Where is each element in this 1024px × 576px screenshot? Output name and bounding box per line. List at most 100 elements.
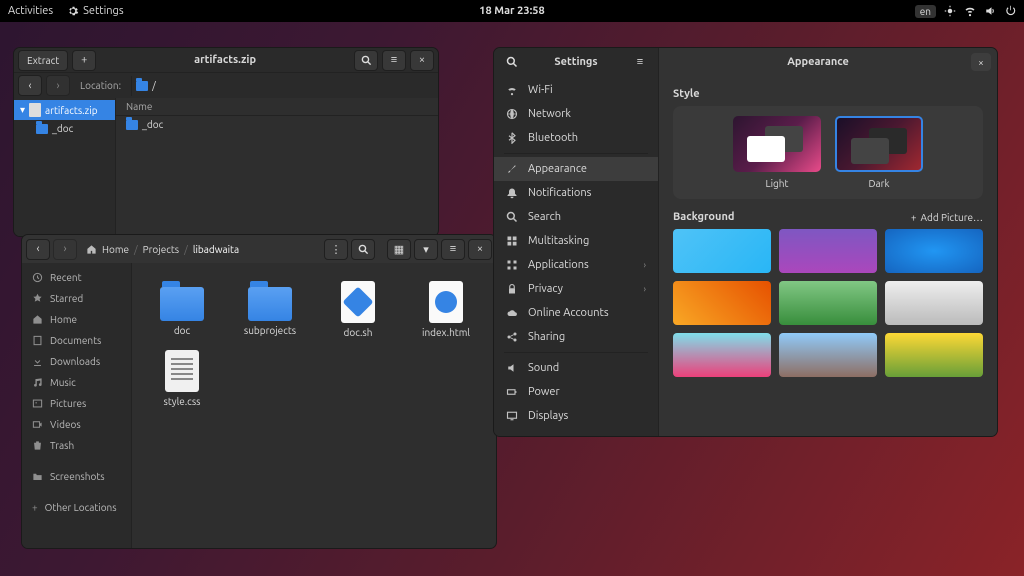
wallpaper-option[interactable]	[779, 229, 877, 273]
breadcrumb[interactable]: Home/ Projects/ libadwaita	[80, 244, 321, 255]
sidebar-item-downloads[interactable]: Downloads	[22, 351, 131, 372]
volume-icon	[984, 5, 996, 17]
plus-icon: +	[81, 54, 87, 66]
documents-icon	[32, 335, 43, 346]
wallpaper-option[interactable]	[885, 333, 983, 377]
breadcrumb-projects[interactable]: Projects	[143, 244, 179, 255]
search-icon	[506, 211, 518, 223]
nav-item-sound[interactable]: Sound	[494, 356, 658, 380]
files-close-button[interactable]: ×	[468, 239, 492, 260]
chevron-down-icon: ▾	[423, 243, 429, 256]
keyboard-layout-indicator[interactable]: en	[915, 5, 936, 18]
files-back-button[interactable]: ‹	[26, 239, 50, 260]
settings-nav-list: Wi-Fi Network Bluetooth Appearance Notif…	[494, 76, 658, 436]
close-icon: ×	[419, 54, 425, 66]
add-files-button[interactable]: +	[72, 50, 96, 71]
sidebar-item-screenshots[interactable]: Screenshots	[22, 466, 131, 487]
plus-icon: +	[32, 502, 38, 513]
nav-item-applications[interactable]: Applications›	[494, 253, 658, 277]
nav-item-network[interactable]: Network	[494, 102, 658, 126]
home-icon	[32, 314, 43, 325]
search-icon	[506, 56, 518, 68]
icon-view-button[interactable]: ▦	[387, 239, 411, 260]
topbar-system-tray[interactable]: en	[915, 5, 1016, 18]
files-search-button[interactable]	[351, 239, 375, 260]
files-menu-button[interactable]: ≡	[441, 239, 465, 260]
archive-close-button[interactable]: ×	[410, 50, 434, 71]
wallpaper-option[interactable]	[779, 281, 877, 325]
extract-button[interactable]: Extract	[18, 50, 68, 71]
files-path-menu-button[interactable]: ⋮	[324, 239, 348, 260]
archive-menu-button[interactable]: ≡	[382, 50, 406, 71]
sidebar-item-starred[interactable]: Starred	[22, 288, 131, 309]
wallpaper-option[interactable]	[673, 281, 771, 325]
wallpaper-option[interactable]	[673, 333, 771, 377]
wallpaper-option[interactable]	[885, 281, 983, 325]
wifi-icon	[506, 84, 518, 96]
add-picture-button[interactable]: +Add Picture…	[911, 212, 983, 223]
archive-tree-child[interactable]: _doc	[14, 120, 115, 137]
chevron-right-icon: ›	[56, 80, 59, 92]
settings-window: Settings ≡ Wi-Fi Network Bluetooth Appea…	[493, 47, 998, 437]
sidebar-item-videos[interactable]: Videos	[22, 414, 131, 435]
archive-list-item[interactable]: _doc	[116, 116, 438, 133]
nav-item-power[interactable]: Power	[494, 380, 658, 404]
nav-item-appearance[interactable]: Appearance	[494, 157, 658, 181]
sidebar-item-trash[interactable]: Trash	[22, 435, 131, 456]
view-options-button[interactable]: ▾	[414, 239, 438, 260]
file-item-folder[interactable]: subprojects	[228, 277, 312, 342]
nav-item-notifications[interactable]: Notifications	[494, 181, 658, 205]
nav-item-wifi[interactable]: Wi-Fi	[494, 78, 658, 102]
nav-item-search[interactable]: Search	[494, 205, 658, 229]
location-label: Location:	[74, 80, 127, 91]
file-item-css[interactable]: style.css	[140, 346, 224, 411]
sidebar-item-pictures[interactable]: Pictures	[22, 393, 131, 414]
wallpaper-option[interactable]	[779, 333, 877, 377]
chevron-left-icon: ‹	[28, 80, 31, 92]
cloud-icon	[506, 307, 518, 319]
settings-menu-button[interactable]: ≡	[628, 52, 652, 73]
dark-theme-preview	[835, 116, 923, 172]
breadcrumb-current: libadwaita	[193, 244, 239, 255]
sidebar-item-documents[interactable]: Documents	[22, 330, 131, 351]
multitasking-icon	[506, 235, 518, 247]
nav-item-displays[interactable]: Displays	[494, 404, 658, 428]
folder-icon	[36, 124, 48, 134]
wallpaper-option[interactable]	[673, 229, 771, 273]
archive-back-button[interactable]: ‹	[18, 75, 42, 96]
gear-icon	[67, 5, 79, 17]
sidebar-item-other-locations[interactable]: +Other Locations	[22, 497, 131, 518]
archive-tree-root[interactable]: ▾ artifacts.zip	[14, 100, 115, 120]
file-item-folder[interactable]: doc	[140, 277, 224, 342]
location-path[interactable]: /	[131, 76, 434, 96]
sidebar-item-music[interactable]: Music	[22, 372, 131, 393]
nav-item-privacy[interactable]: Privacy›	[494, 277, 658, 301]
column-header-name[interactable]: Name	[116, 98, 438, 116]
archive-file-list: Name _doc	[116, 98, 438, 236]
topbar-settings-button[interactable]: Settings	[67, 5, 124, 17]
settings-search-button[interactable]	[500, 52, 524, 73]
theme-option-light[interactable]: Light	[733, 116, 821, 189]
settings-close-button[interactable]: ×	[971, 53, 991, 71]
theme-option-dark[interactable]: Dark	[835, 116, 923, 189]
wallpaper-option[interactable]	[885, 229, 983, 273]
hamburger-icon: ≡	[450, 243, 456, 255]
archive-forward-button[interactable]: ›	[46, 75, 70, 96]
breadcrumb-home[interactable]: Home	[102, 244, 129, 255]
brightness-icon	[944, 5, 956, 17]
file-item-html[interactable]: index.html	[404, 277, 488, 342]
archive-search-button[interactable]	[354, 50, 378, 71]
kebab-icon: ⋮	[331, 243, 342, 256]
activities-button[interactable]: Activities	[8, 5, 53, 17]
files-forward-button[interactable]: ›	[53, 239, 77, 260]
topbar-clock[interactable]: 18 Mar 23:58	[479, 5, 544, 17]
chevron-down-icon: ▾	[20, 104, 25, 116]
file-item-script[interactable]: doc.sh	[316, 277, 400, 342]
nav-item-sharing len[interactable]: Sharing	[494, 325, 658, 349]
sidebar-item-home[interactable]: Home	[22, 309, 131, 330]
nav-item-multitasking[interactable]: Multitasking	[494, 229, 658, 253]
nav-item-bluetooth[interactable]: Bluetooth	[494, 126, 658, 150]
search-icon	[358, 244, 369, 255]
nav-item-online-accounts[interactable]: Online Accounts	[494, 301, 658, 325]
sidebar-item-recent[interactable]: Recent	[22, 267, 131, 288]
